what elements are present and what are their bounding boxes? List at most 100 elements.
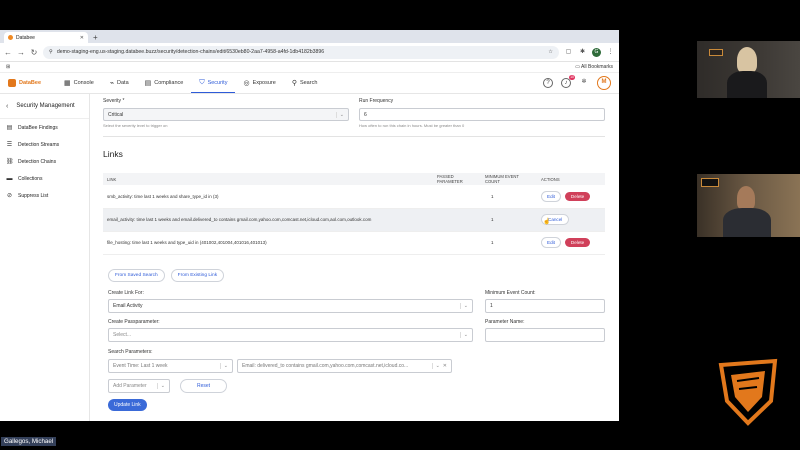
mouse-cursor-icon: ☝	[543, 219, 551, 225]
min-event-count-input[interactable]: 1	[485, 298, 605, 313]
browser-tab[interactable]: Databee ✕	[4, 32, 88, 43]
run-frequency-input[interactable]: 6	[359, 108, 605, 121]
min-cell: 1	[481, 231, 537, 255]
chevron-down-icon: ⌄	[459, 302, 468, 309]
apps-icon[interactable]: ⊞	[6, 64, 10, 70]
participant-nameplate: Gallegos, Michael	[1, 437, 57, 446]
url-field[interactable]: ⚲ demo-staging-eng.us-staging.databee.bu…	[43, 45, 559, 59]
sidebar-item-label: Suppress List	[18, 192, 49, 199]
sidebar-item-suppress[interactable]: ⊘ Suppress List	[0, 187, 89, 204]
actions-cell: Edit Delete	[537, 231, 605, 255]
create-link-for-select[interactable]: Email Activity ⌄	[108, 298, 473, 313]
link-cell: smb_activity: time last 1 weeks and shar…	[103, 185, 433, 209]
col-passed: PASSED PARAMETER	[433, 173, 481, 185]
chevron-left-icon[interactable]: ‹	[6, 103, 8, 110]
nav-label: Data	[117, 80, 129, 86]
sidebar-item-findings[interactable]: ▤ DataBee Findings	[0, 119, 89, 136]
from-saved-search-button[interactable]: From Saved Search	[108, 268, 165, 282]
more-icon[interactable]: ⋮	[606, 48, 615, 57]
nav-data[interactable]: ⌁ Data	[102, 73, 137, 93]
forward-icon[interactable]: →	[17, 48, 25, 57]
nav-console[interactable]: ▦ Console	[56, 73, 102, 93]
back-icon[interactable]: ←	[4, 48, 12, 57]
chevron-down-icon: ⌄	[335, 111, 344, 118]
nav-label: Search	[299, 80, 318, 86]
link-cell: file_hosting: time last 1 weeks and type…	[103, 231, 433, 255]
remove-icon[interactable]: ✕	[443, 363, 447, 369]
update-link-button[interactable]: Update Link	[108, 398, 147, 411]
from-existing-link-button[interactable]: From Existing Link	[170, 268, 225, 282]
streams-icon: ☰	[6, 142, 13, 148]
sidebar-item-collections[interactable]: ▬ Collections	[0, 170, 89, 187]
url-text: demo-staging-eng.us-staging.databee.buzz…	[56, 49, 325, 55]
sidebar-header: ‹ Security Management	[0, 98, 89, 119]
tab-strip: Databee ✕ +	[0, 30, 619, 43]
run-frequency-group: Run Frequency 6 How often to run this ch…	[359, 98, 605, 128]
wall-logo	[709, 49, 723, 56]
link-for-row: Create Link For: Email Activity ⌄ Minimu…	[108, 290, 605, 313]
links-heading: Links	[103, 149, 123, 159]
profile-avatar[interactable]: G	[592, 47, 601, 57]
databee-logo-icon	[718, 358, 778, 426]
create-passparameter-placeholder: Select...	[113, 331, 132, 338]
table-row: email_activity: time last 1 weeks and em…	[103, 208, 605, 232]
parameter-name-label: Parameter Name:	[485, 318, 525, 325]
param-email-text: Email: delivered_to contains gmail.com,y…	[242, 362, 409, 369]
user-avatar[interactable]: M	[597, 76, 611, 90]
edit-button[interactable]: Edit	[541, 190, 561, 202]
person-body	[723, 208, 771, 237]
nav-search[interactable]: ⚲ Search	[284, 73, 326, 93]
star-icon[interactable]: ☆	[548, 49, 553, 55]
notification-badge: 10	[569, 75, 575, 80]
delete-button[interactable]: Delete	[564, 191, 591, 201]
reset-button[interactable]: Reset	[180, 378, 228, 393]
all-bookmarks[interactable]: ▭ All Bookmarks	[575, 64, 613, 70]
param-email-chip[interactable]: Email: delivered_to contains gmail.com,y…	[237, 358, 452, 373]
browser-window: Databee ✕ + ← → ↻ ⚲ demo-staging-eng.us-…	[0, 30, 619, 421]
bell-icon[interactable]: ♪ 10	[561, 75, 575, 88]
screen: Databee ✕ + ← → ↻ ⚲ demo-staging-eng.us-…	[0, 0, 800, 450]
shield-icon: ⛉	[199, 78, 205, 86]
all-bookmarks-label: All Bookmarks	[581, 64, 613, 70]
min-event-count-group: Minimum Event Count: 1	[485, 290, 605, 313]
delete-button[interactable]: Delete	[564, 238, 591, 247]
search-icon: ⚲	[291, 80, 297, 87]
min-event-count-value: 1	[490, 302, 493, 309]
person-body	[727, 71, 767, 98]
link-editor-form: Create Link For: Email Activity ⌄ Minimu…	[103, 290, 605, 411]
run-frequency-help: How often to run this chain in hours. Mu…	[359, 123, 465, 128]
create-passparameter-label: Create Passparameter:	[108, 318, 160, 325]
close-tab-icon[interactable]: ✕	[80, 35, 84, 41]
create-passparameter-select[interactable]: Select... ⌄	[108, 327, 473, 342]
edit-button[interactable]: Edit	[541, 237, 561, 248]
add-parameter-select[interactable]: Add Parameter ⌄	[108, 378, 170, 393]
puzzle-icon[interactable]: ✱	[578, 48, 587, 57]
run-frequency-label: Run Frequency	[359, 98, 394, 104]
create-link-for-value: Email Activity	[113, 302, 143, 309]
parameter-name-input[interactable]	[485, 327, 605, 342]
passed-cell	[433, 231, 481, 255]
app-logo[interactable]: DataBee	[8, 79, 56, 87]
sidebar-item-streams[interactable]: ☰ Detection Streams	[0, 136, 89, 153]
link-cell: email_activity: time last 1 weeks and em…	[103, 208, 433, 232]
reload-icon[interactable]: ↻	[30, 48, 38, 57]
min-cell: 1	[481, 208, 537, 232]
severity-value: Critical	[108, 111, 124, 118]
param-time-chip[interactable]: Event Time: Last 1 week ⌄	[108, 358, 233, 373]
logo-text: DataBee	[19, 80, 42, 86]
sidebar-item-chains[interactable]: ⛓ Detection Chains	[0, 153, 89, 170]
nav-compliance[interactable]: ▤ Compliance	[137, 73, 192, 93]
nav-exposure[interactable]: ◎ Exposure	[235, 73, 283, 93]
create-link-for-label: Create Link For:	[108, 289, 144, 296]
extension-icon[interactable]: ▢	[564, 48, 573, 57]
severity-select[interactable]: Critical ⌄	[103, 108, 349, 121]
severity-group: Severity * Critical ⌄ Select the severit…	[103, 98, 349, 128]
passed-cell	[433, 208, 481, 232]
nav-security[interactable]: ⛉ Security	[191, 73, 236, 93]
activity-icon[interactable]: ✲	[579, 78, 589, 88]
person-head	[737, 47, 757, 73]
help-icon[interactable]: ?	[543, 78, 553, 88]
sidebar-item-label: Collections	[18, 175, 43, 182]
site-info-icon[interactable]: ⚲	[49, 49, 53, 55]
new-tab-button[interactable]: +	[93, 32, 98, 43]
